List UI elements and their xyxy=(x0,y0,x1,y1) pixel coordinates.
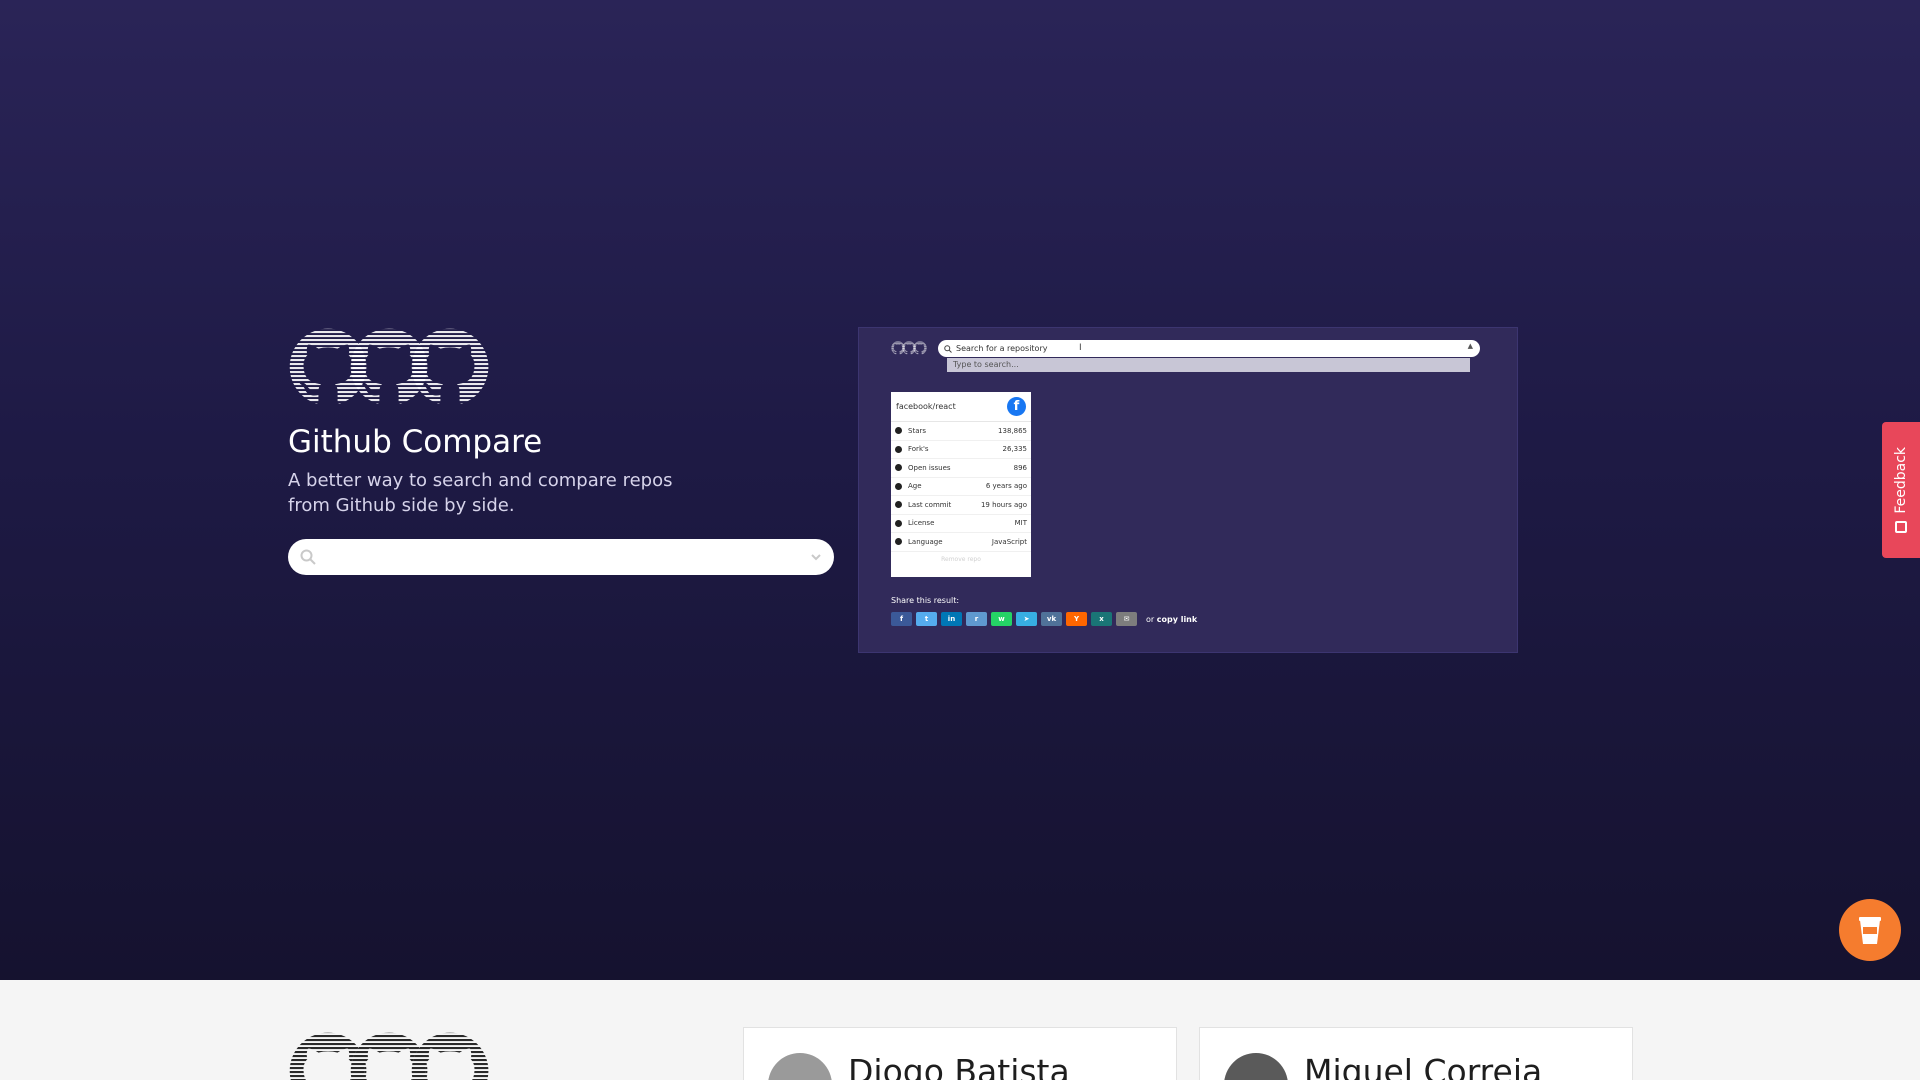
chevron-up-icon: ▲ xyxy=(1467,342,1473,350)
feedback-icon xyxy=(1895,521,1907,534)
stat-value: 896 xyxy=(1013,463,1027,472)
repo-stat-row: Age 6 years ago xyxy=(891,478,1031,496)
feedback-tab[interactable]: Feedback xyxy=(1882,422,1920,558)
stat-value: 6 years ago xyxy=(985,482,1027,491)
twitter-share-icon: t xyxy=(916,612,937,626)
search-icon xyxy=(944,344,952,353)
stat-label: Age xyxy=(908,482,922,491)
repo-search-input[interactable] xyxy=(322,539,810,575)
stat-label: Stars xyxy=(908,426,927,435)
copy-prefix: or xyxy=(1146,614,1155,624)
author-name: Miguel Correia xyxy=(1304,1052,1543,1080)
stat-label: License xyxy=(908,519,935,528)
stat-icon xyxy=(895,445,902,453)
search-icon xyxy=(300,549,316,565)
hero-section: Github Compare A better way to search an… xyxy=(0,0,1920,980)
author-card: Diogo Batista xyxy=(743,1027,1177,1080)
octocat-icon xyxy=(913,341,927,355)
preview-search-box: Search for a repository I ▲ xyxy=(938,340,1480,357)
whatsapp-share-icon: w xyxy=(991,612,1012,626)
facebook-share-icon: f xyxy=(891,612,912,626)
repo-stat-row: Stars 138,865 xyxy=(891,422,1031,441)
stat-icon xyxy=(895,538,902,546)
page-subtitle: A better way to search and compare repos… xyxy=(288,470,673,516)
buy-me-a-coffee-button[interactable] xyxy=(1839,899,1901,961)
stat-value: 138,865 xyxy=(998,426,1027,435)
github-compare-logo xyxy=(288,327,489,407)
avatar xyxy=(1224,1053,1288,1080)
copy-link-label: copy link xyxy=(1156,614,1198,624)
chevron-down-icon[interactable] xyxy=(810,551,822,563)
stat-icon xyxy=(895,464,902,472)
email-share-icon: ✉ xyxy=(1116,612,1137,626)
coffee-cup-icon xyxy=(1859,917,1881,944)
xing-share-icon: x xyxy=(1091,612,1112,626)
facebook-logo-icon: f xyxy=(1007,397,1026,416)
share-label: Share this result: xyxy=(891,596,960,605)
octocat-icon xyxy=(410,1031,490,1080)
demo-preview: Search for a repository I ▲ Type to sear… xyxy=(858,327,1518,653)
stat-value: 26,335 xyxy=(1002,445,1028,454)
repo-name: facebook/react xyxy=(896,402,956,411)
linkedin-share-icon: in xyxy=(941,612,962,626)
stat-icon xyxy=(895,519,902,527)
stat-value: 19 hours ago xyxy=(980,500,1027,509)
page-title: Github Compare xyxy=(288,424,543,460)
copy-link: or copy link xyxy=(1146,615,1197,624)
octocat-icon xyxy=(410,327,490,407)
repo-search-box[interactable] xyxy=(288,539,834,575)
repo-stats-list: Stars 138,865 Fork's 26,335 Open issues … xyxy=(891,422,1031,552)
repo-stat-row: Fork's 26,335 xyxy=(891,441,1031,459)
stat-label: Open issues xyxy=(908,463,951,472)
preview-dropdown: Type to search... xyxy=(947,358,1470,372)
share-buttons: f t in r w ➤ vk Yx ✉ or copy link xyxy=(891,612,1197,626)
repo-stat-row: Last commit 19 hours ago xyxy=(891,496,1031,515)
remove-repo-link: Remove repo xyxy=(941,555,981,563)
preview-repo-card: facebook/react f Stars 138,865 Fork's 26… xyxy=(891,392,1031,577)
repo-stat-row: Open issues 896 xyxy=(891,459,1031,478)
feedback-label: Feedback xyxy=(1893,446,1909,514)
text-cursor-icon: I xyxy=(1079,343,1082,353)
stat-label: Fork's xyxy=(908,445,929,454)
stat-icon xyxy=(895,482,902,490)
stat-icon xyxy=(895,501,902,509)
preview-logo xyxy=(891,341,927,355)
repo-stat-row: License MIT xyxy=(891,515,1031,533)
stat-value: JavaScript xyxy=(991,537,1027,546)
stat-value: MIT xyxy=(1014,519,1027,528)
stat-label: Language xyxy=(908,537,943,546)
repo-card-header: facebook/react f xyxy=(891,392,1031,422)
reddit-share-icon: r xyxy=(966,612,987,626)
author-name: Diogo Batista xyxy=(848,1052,1070,1080)
avatar xyxy=(768,1053,832,1080)
footer-logo xyxy=(288,1031,489,1080)
vk-share-icon: vk xyxy=(1041,612,1062,626)
hackernews-share-icon: Y xyxy=(1066,612,1087,626)
stat-label: Last commit xyxy=(908,500,952,509)
telegram-share-icon: ➤ xyxy=(1016,612,1037,626)
preview-search-placeholder: Search for a repository xyxy=(956,344,1048,353)
author-card: Miguel Correia xyxy=(1199,1027,1633,1080)
repo-stat-row: Language JavaScript xyxy=(891,533,1031,552)
stat-icon xyxy=(895,427,902,435)
